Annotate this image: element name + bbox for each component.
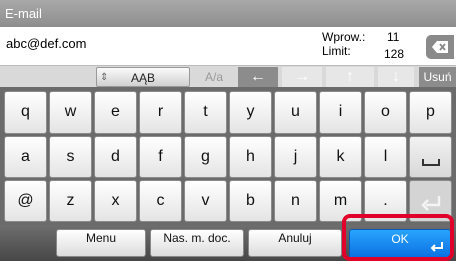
key-c[interactable]: c [139,180,182,222]
key-l[interactable]: l [364,136,407,178]
limit-value: 128 [384,47,405,61]
special-chars-toggle[interactable]: ⇕ AĄB [96,67,190,87]
keyboard: q w e r t y u i o p a s d f g h j k l @ … [0,87,456,225]
backspace-button[interactable] [426,35,454,59]
arrow-left-icon: ← [250,68,266,85]
space-icon [422,159,440,166]
domain-name-button[interactable]: Nas. m. doc. [150,229,244,257]
key-e[interactable]: e [94,91,137,134]
key-f[interactable]: f [139,136,182,178]
key-q[interactable]: q [4,91,47,134]
screen-title: E-mail [0,0,456,27]
key-g[interactable]: g [184,136,227,178]
key-at[interactable]: @ [4,180,47,222]
cancel-button[interactable]: Anuluj [248,229,342,257]
key-j[interactable]: j [274,136,317,178]
key-h[interactable]: h [229,136,272,178]
mode-toolbar: ⇕ AĄB A/a ← → ↑ ↓ Usuń [0,65,456,87]
space-key[interactable] [409,136,452,178]
bottom-bar: Menu Nas. m. doc. Anuluj OK [0,225,456,261]
key-r[interactable]: r [139,91,182,134]
key-u[interactable]: u [274,91,317,134]
toggle-icon: ⇕ [100,72,109,83]
key-s[interactable]: s [49,136,92,178]
arrow-up-icon: ↑ [346,68,354,85]
cursor-right-button[interactable]: → [282,67,322,87]
menu-button[interactable]: Menu [56,229,146,257]
entered-count-label: Wprow.: [322,30,366,44]
arrow-right-icon: → [294,68,310,85]
key-i[interactable]: i [319,91,362,134]
menu-label: Menu [85,231,117,245]
key-t[interactable]: t [184,91,227,134]
cursor-up-button[interactable]: ↑ [326,67,374,87]
case-toggle-button[interactable]: A/a [194,67,234,87]
key-p[interactable]: p [409,91,452,134]
delete-button[interactable]: Usuń [419,67,456,87]
key-y[interactable]: y [229,91,272,134]
enter-key[interactable] [409,180,452,222]
delete-label: Usuń [423,70,452,84]
key-a[interactable]: a [4,136,47,178]
ok-button[interactable]: OK [349,229,451,259]
entered-count-value: 11 [387,30,400,44]
backspace-icon [432,41,448,53]
key-m[interactable]: m [319,180,362,222]
cursor-down-button[interactable]: ↓ [378,67,414,87]
key-b[interactable]: b [229,180,272,222]
key-period[interactable]: . [364,180,407,222]
domain-name-label: Nas. m. doc. [163,231,231,245]
key-z[interactable]: z [49,180,92,222]
key-o[interactable]: o [364,91,407,134]
key-k[interactable]: k [319,136,362,178]
key-n[interactable]: n [274,180,317,222]
key-x[interactable]: x [94,180,137,222]
cancel-label: Anuluj [278,231,312,245]
arrow-down-icon: ↓ [392,68,400,85]
key-v[interactable]: v [184,180,227,222]
key-d[interactable]: d [94,136,137,178]
key-w[interactable]: w [49,91,92,134]
text-input-field[interactable]: abc@def.com Wprow.: 11 Limit: 128 [0,27,456,65]
limit-label: Limit: [322,44,351,58]
input-value: abc@def.com [6,36,87,51]
special-chars-label: AĄB [130,71,155,85]
case-toggle-label: A/a [204,70,223,84]
enter-icon [421,196,441,211]
enter-icon [430,242,443,252]
cursor-left-button[interactable]: ← [238,67,278,87]
